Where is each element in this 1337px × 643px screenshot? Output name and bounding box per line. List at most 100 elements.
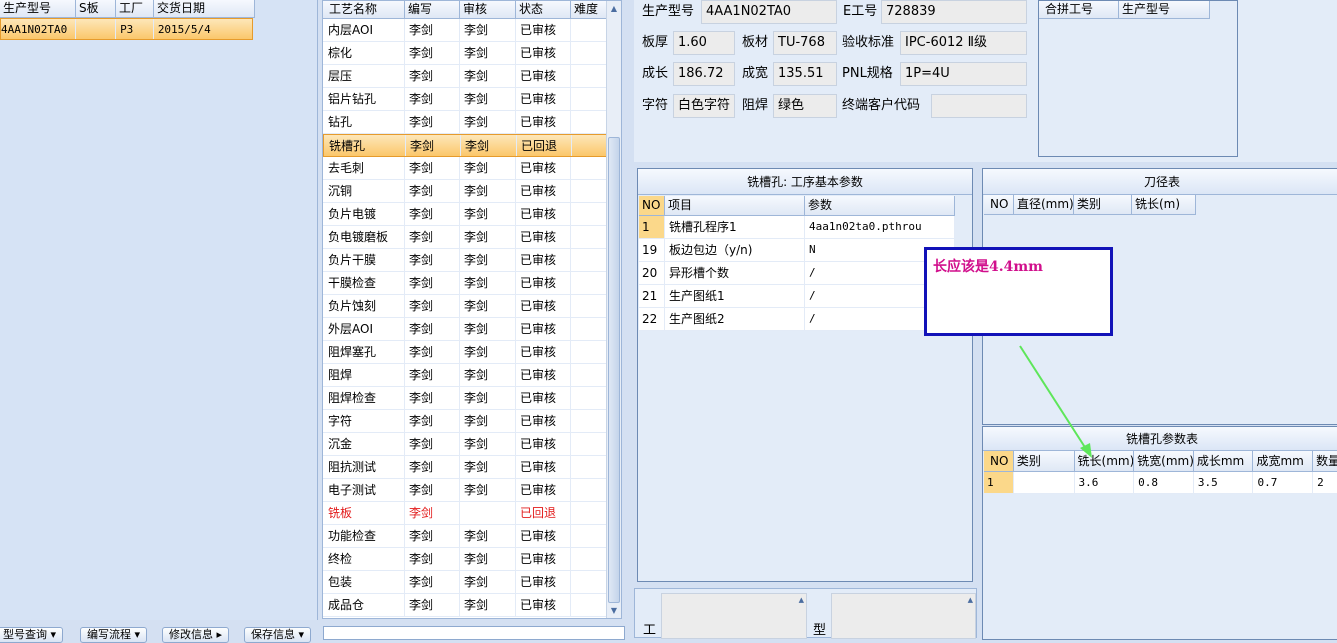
process-row[interactable]: 阻焊检查 李剑 李剑 已审核 (323, 387, 621, 410)
char-field[interactable]: 白色字符 (673, 94, 735, 118)
process-row[interactable]: 阻抗测试 李剑 李剑 已审核 (323, 456, 621, 479)
col-tool-type[interactable]: 类别 (1074, 195, 1132, 214)
work-textarea[interactable]: ▲ (661, 593, 807, 639)
process-row[interactable]: 阻焊塞孔 李剑 李剑 已审核 (323, 341, 621, 364)
col-diameter[interactable]: 直径(mm) (1014, 195, 1074, 214)
cell-status: 已审核 (516, 548, 571, 570)
col-delivery-date[interactable]: 交货日期 (154, 0, 255, 17)
table-row[interactable]: 4AA1N02TA0 P3 2015/5/4 (0, 18, 253, 40)
save-info-button[interactable]: 保存信息 ▾ (244, 627, 312, 643)
customer-field[interactable] (931, 94, 1027, 118)
col-status[interactable]: 状态 (516, 1, 571, 18)
process-row[interactable]: 负电镀磨板 李剑 李剑 已审核 (323, 226, 621, 249)
params-row[interactable]: 21 生产图纸1/ (639, 285, 955, 308)
process-row[interactable]: 去毛刺 李剑 李剑 已审核 (323, 157, 621, 180)
process-row[interactable]: 沉铜 李剑 李剑 已审核 (323, 180, 621, 203)
tool-title: 刀径表 (983, 169, 1337, 195)
process-row[interactable]: 内层AOI 李剑 李剑 已审核 (323, 19, 621, 42)
cell-difficulty (571, 341, 607, 363)
cell-writer: 李剑 (406, 135, 461, 156)
process-row[interactable]: 负片电镀 李剑 李剑 已审核 (323, 203, 621, 226)
col-tool-no[interactable]: NO (984, 195, 1014, 214)
process-scrollbar[interactable]: ▲ ▼ (606, 1, 621, 618)
process-row[interactable]: 铝片钻孔 李剑 李剑 已审核 (323, 88, 621, 111)
col-no[interactable]: NO (639, 196, 665, 215)
cell-item: 铣槽孔程序1 (665, 216, 805, 238)
model-field[interactable]: 4AA1N02TA0 (701, 0, 837, 24)
col-slot-mill-w[interactable]: 铣宽(mm) (1134, 451, 1194, 471)
process-row[interactable]: 包装 李剑 李剑 已审核 (323, 571, 621, 594)
col-slot-w[interactable]: 成宽mm (1253, 451, 1314, 471)
params-row[interactable]: 19 板边包边（y/n) N (639, 239, 955, 262)
width-field[interactable]: 135.51 (773, 62, 837, 86)
col-model[interactable]: 生产型号 (0, 0, 76, 17)
type-textarea[interactable]: ▲ (831, 593, 976, 639)
cell-item: 板边包边（y/n) (665, 239, 805, 261)
eno-field[interactable]: 728839 (881, 0, 1027, 24)
cell-process-name: 负片蚀刻 (323, 295, 405, 317)
process-row[interactable]: 终检 李剑 李剑 已审核 (323, 548, 621, 571)
scroll-thumb[interactable] (608, 137, 620, 603)
table-row[interactable]: 1 3.6 0.8 3.5 0.7 2 (984, 472, 1337, 494)
thickness-field[interactable]: 1.60 (673, 31, 735, 55)
col-s-board[interactable]: S板 (76, 0, 116, 17)
col-slot-len[interactable]: 成长mm (1194, 451, 1254, 471)
process-row[interactable]: 钻孔 李剑 李剑 已审核 (323, 111, 621, 134)
col-mill-length[interactable]: 铣长(m) (1132, 195, 1196, 214)
cell-writer: 李剑 (405, 226, 460, 248)
process-row[interactable]: 电子测试 李剑 李剑 已审核 (323, 479, 621, 502)
cell-process-name: 阻焊塞孔 (323, 341, 405, 363)
cell-process-name: 包装 (323, 571, 405, 593)
pnl-field[interactable]: 1P=4U (900, 62, 1027, 86)
scroll-up-icon[interactable]: ▲ (607, 1, 621, 16)
process-row[interactable]: 功能检查 李剑 李剑 已审核 (323, 525, 621, 548)
cell-writer: 李剑 (405, 180, 460, 202)
standard-field[interactable]: IPC-6012 Ⅱ级 (900, 31, 1027, 55)
edit-flow-button[interactable]: 编写流程 ▾ (80, 627, 148, 643)
col-item[interactable]: 项目 (665, 196, 805, 215)
merge-grid: 合拼工号 生产型号 (1038, 0, 1238, 157)
col-difficulty[interactable]: 难度 (571, 1, 607, 18)
cell-difficulty (571, 203, 607, 225)
process-row[interactable]: 干膜检查 李剑 李剑 已审核 (323, 272, 621, 295)
cell-reviewer: 李剑 (460, 111, 516, 133)
process-row[interactable]: 负片蚀刻 李剑 李剑 已审核 (323, 295, 621, 318)
process-row[interactable]: 铣板 李剑 已回退 (323, 502, 621, 525)
params-row[interactable]: 20 异形槽个数 / (639, 262, 955, 285)
modify-info-button[interactable]: 修改信息 ▸ (162, 627, 230, 643)
scroll-down-icon[interactable]: ▼ (607, 603, 621, 618)
process-row[interactable]: 阻焊 李剑 李剑 已审核 (323, 364, 621, 387)
process-row[interactable]: 层压 李剑 李剑 已审核 (323, 65, 621, 88)
cell-reviewer: 李剑 (460, 364, 516, 386)
mask-field[interactable]: 绿色 (773, 94, 837, 118)
cell-writer: 李剑 (405, 318, 460, 340)
col-slot-qty[interactable]: 数量 (1313, 451, 1337, 471)
query-model-button[interactable]: 型号查询 ▾ (0, 627, 64, 643)
length-field[interactable]: 186.72 (673, 62, 735, 86)
col-merge-model[interactable]: 生产型号 (1119, 1, 1210, 18)
scroll-up-icon[interactable]: ▲ (799, 596, 804, 604)
col-reviewer[interactable]: 审核 (460, 1, 516, 18)
process-row[interactable]: 沉金 李剑 李剑 已审核 (323, 433, 621, 456)
process-row[interactable]: 铣槽孔 李剑 李剑 已回退 (323, 134, 621, 157)
cell-status: 已审核 (516, 203, 571, 225)
scroll-up-icon[interactable]: ▲ (968, 596, 973, 604)
col-param[interactable]: 参数 (805, 196, 955, 215)
cell-status: 已审核 (516, 410, 571, 432)
col-process-name[interactable]: 工艺名称 (323, 1, 405, 18)
pnl-label: PNL规格 (842, 66, 893, 81)
params-row[interactable]: 1 铣槽孔程序1 4aa1n02ta0.pthrou (639, 216, 955, 239)
params-row[interactable]: 22 生产图纸2/ (639, 308, 955, 331)
col-factory[interactable]: 工厂 (116, 0, 154, 17)
process-row[interactable]: 外层AOI 李剑 李剑 已审核 (323, 318, 621, 341)
col-writer[interactable]: 编写 (405, 1, 460, 18)
material-label: 板材 (742, 35, 769, 50)
col-merge-no[interactable]: 合拼工号 (1039, 1, 1119, 18)
process-row[interactable]: 负片干膜 李剑 李剑 已审核 (323, 249, 621, 272)
process-row[interactable]: 棕化 李剑 李剑 已审核 (323, 42, 621, 65)
process-row[interactable]: 成品仓 李剑 李剑 已审核 (323, 594, 621, 617)
process-row[interactable]: 字符 李剑 李剑 已审核 (323, 410, 621, 433)
cell-writer: 李剑 (405, 456, 460, 478)
cell-no: 22 (639, 308, 665, 330)
material-field[interactable]: TU-768 (773, 31, 837, 55)
